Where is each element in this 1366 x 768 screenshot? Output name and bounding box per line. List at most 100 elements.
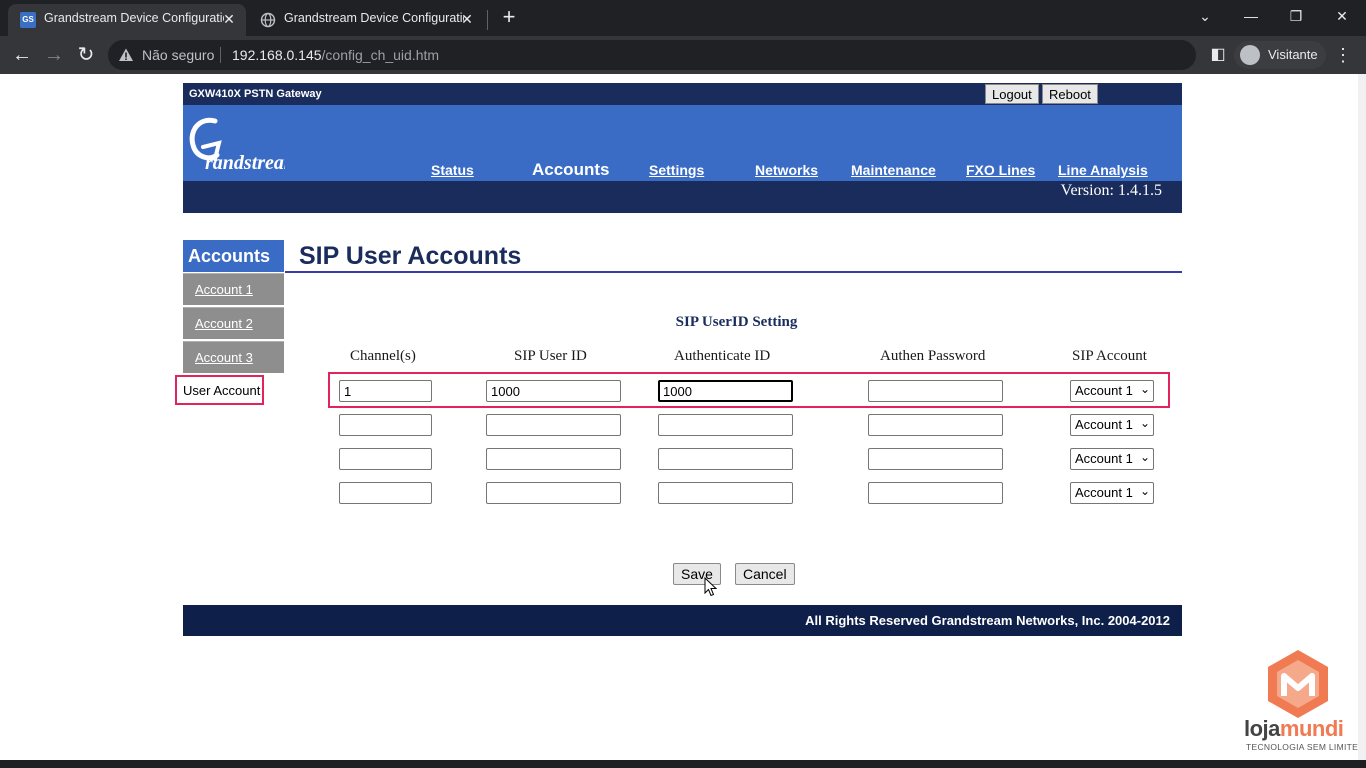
column-header-sip-account: SIP Account [1072,348,1147,364]
side-panel-icon[interactable]: ◧ [1206,43,1230,67]
sip-account-select[interactable]: Account 1 ⌄ [1070,448,1154,470]
close-tab-icon[interactable]: ✕ [220,10,238,28]
sip-user-id-input[interactable] [486,482,621,504]
browser-tab-active[interactable]: GS Grandstream Device Configuratio ✕ [8,4,246,36]
mouse-cursor-icon [704,577,718,597]
page-scrollbar[interactable] [1358,74,1366,760]
sip-account-select[interactable]: Account 1 ⌄ [1070,482,1154,504]
watermark-brand: lojamundi [1244,716,1344,742]
header-bottom-bar: Version: 1.4.1.5 [183,181,1182,213]
select-value: Account 1 [1075,451,1133,466]
new-tab-icon[interactable]: + [497,6,521,30]
page-title: SIP User Accounts [299,242,522,270]
svg-text:randstream: randstream [205,152,285,174]
url-host: 192.168.0.145 [232,47,322,63]
nav-accounts[interactable]: Accounts [532,160,609,180]
channel-input[interactable] [339,482,432,504]
channel-input[interactable] [339,414,432,436]
column-header-sip-user-id: SIP User ID [514,348,587,364]
close-tab-icon[interactable]: ✕ [458,10,476,28]
tab-separator [487,10,488,30]
profile-button[interactable]: Visitante [1234,41,1326,69]
globe-icon [260,12,276,28]
grandstream-logo: randstream [189,117,285,174]
authen-password-input[interactable] [868,380,1003,402]
reboot-button[interactable]: Reboot [1042,84,1098,104]
lojamundi-logo-icon [1268,650,1328,718]
authen-password-input[interactable] [868,482,1003,504]
nav-line-analysis[interactable]: Line Analysis [1058,162,1148,178]
tab-title: Grandstream Device Configuratio [284,11,464,25]
channel-input[interactable] [339,380,432,402]
sip-user-id-input[interactable] [486,448,621,470]
authen-password-input[interactable] [868,448,1003,470]
nav-fxo-lines[interactable]: FXO Lines [966,162,1035,178]
nav-maintenance[interactable]: Maintenance [851,162,936,178]
nav-networks[interactable]: Networks [755,162,818,178]
chevron-down-icon: ⌄ [1139,382,1150,396]
close-window-icon[interactable]: ✕ [1327,4,1357,28]
security-label: Não seguro [142,47,215,63]
header-nav-bar: randstream Status Accounts Settings Netw… [183,105,1182,181]
sidebar-heading: Accounts [183,240,284,272]
title-divider [285,271,1182,273]
reload-icon[interactable]: ↻ [74,43,98,67]
column-header-channels: Channel(s) [350,348,416,364]
chevron-down-icon: ⌄ [1139,450,1150,464]
sidebar-item-label: User Account [183,383,261,398]
authen-password-input[interactable] [868,414,1003,436]
address-bar[interactable]: Não seguro 192.168.0.145/config_ch_uid.h… [108,40,1196,70]
section-title: SIP UserID Setting [675,314,798,330]
select-value: Account 1 [1075,383,1133,398]
cancel-button[interactable]: Cancel [735,563,795,585]
chevron-down-icon: ⌄ [1139,416,1150,430]
profile-name: Visitante [1268,47,1318,62]
logout-button[interactable]: Logout [985,84,1039,104]
channel-input[interactable] [339,448,432,470]
restore-icon[interactable]: ❐ [1281,4,1311,28]
authenticate-id-input[interactable] [658,380,793,402]
browser-tab[interactable]: Grandstream Device Configuratio ✕ [248,4,484,36]
copyright-text: All Rights Reserved Grandstream Networks… [805,613,1170,628]
sidebar-item-account-3[interactable]: Account 3 [183,341,284,373]
column-header-authenticate-id: Authenticate ID [674,348,771,364]
warning-icon [119,48,133,61]
authenticate-id-input[interactable] [658,414,793,436]
chevron-down-icon: ⌄ [1139,484,1150,498]
tab-search-icon[interactable]: ⌄ [1190,4,1220,28]
sidebar-item-label: Account 3 [195,350,253,365]
column-header-authen-password: Authen Password [880,348,986,364]
authenticate-id-input[interactable] [658,482,793,504]
avatar [1240,45,1260,65]
sip-account-select[interactable]: Account 1 ⌄ [1070,380,1154,402]
sidebar-item-user-account[interactable]: User Account [175,375,264,405]
sip-user-id-input[interactable] [486,380,621,402]
grandstream-favicon-icon: GS [20,12,36,28]
sip-user-id-input[interactable] [486,414,621,436]
nav-status[interactable]: Status [431,162,474,178]
url-text: 192.168.0.145/config_ch_uid.htm [232,47,439,63]
back-icon[interactable]: ← [10,43,34,67]
sidebar-item-account-1[interactable]: Account 1 [183,273,284,305]
browser-toolbar: ← → ↻ Não seguro 192.168.0.145/config_ch… [0,36,1366,74]
sidebar-item-label: Account 1 [195,282,253,297]
watermark-tagline: TECNOLOGIA SEM LIMITES [1246,742,1365,752]
page-footer: All Rights Reserved Grandstream Networks… [183,605,1182,636]
firmware-version: Version: 1.4.1.5 [1060,182,1162,199]
browser-tab-bar: GS Grandstream Device Configuratio ✕ Gra… [0,0,1366,36]
taskbar-strip [0,760,1366,768]
header-top-bar: GXW410X PSTN Gateway Logout Reboot [183,83,1182,105]
select-value: Account 1 [1075,417,1133,432]
brand-part-b: mundi [1279,716,1344,741]
minimize-icon[interactable]: — [1236,4,1266,28]
forward-icon[interactable]: → [42,43,66,67]
omnibox-divider [220,47,221,63]
sip-account-select[interactable]: Account 1 ⌄ [1070,414,1154,436]
browser-menu-icon[interactable]: ⋮ [1333,43,1353,67]
tab-title: Grandstream Device Configuratio [44,11,224,25]
model-name: GXW410X PSTN Gateway [189,88,322,100]
brand-part-a: loja [1244,716,1280,741]
authenticate-id-input[interactable] [658,448,793,470]
url-path: /config_ch_uid.htm [321,47,440,63]
nav-settings[interactable]: Settings [649,162,704,178]
